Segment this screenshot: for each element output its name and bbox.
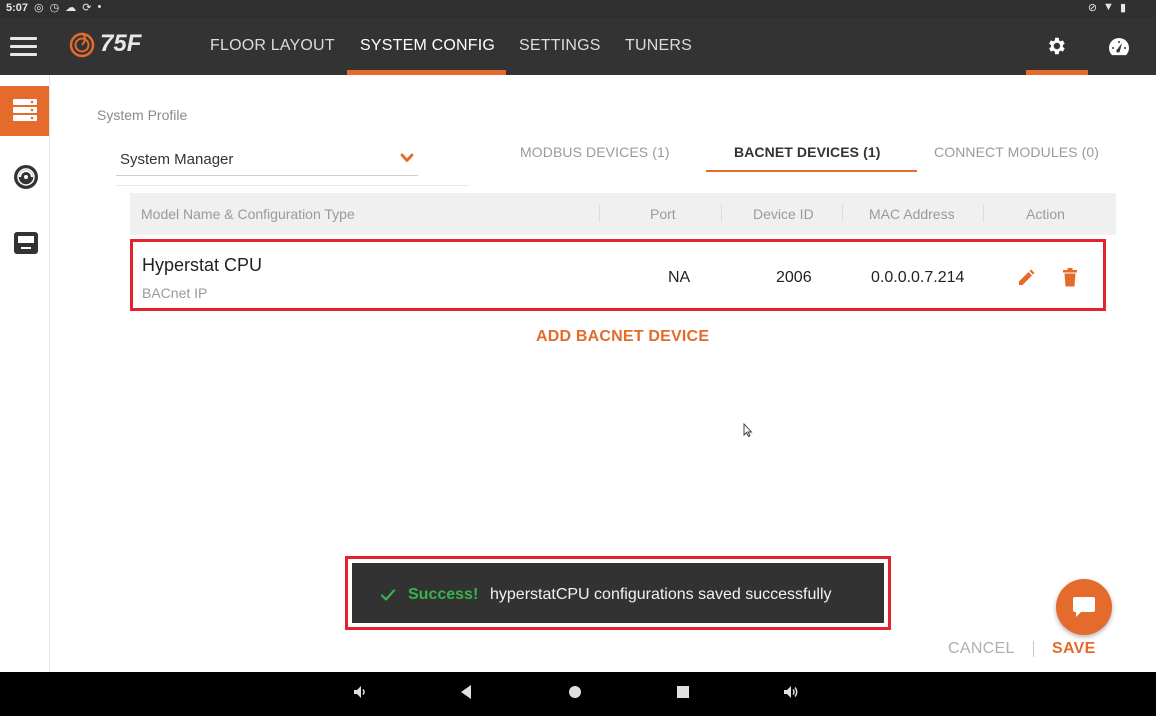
col-model-name: Model Name & Configuration Type (141, 206, 355, 222)
profile-divider (116, 185, 469, 186)
volume-up-icon[interactable] (782, 684, 800, 700)
sync-icon: ⟳ (82, 2, 92, 14)
table-row[interactable]: Hyperstat CPU BACnet IP NA 2006 0.0.0.0.… (130, 239, 1106, 311)
toast-message: hyperstatCPU configurations saved succes… (490, 586, 832, 603)
col-device-id: Device ID (753, 206, 814, 222)
wifi-icon: ▼ (1103, 1, 1114, 13)
cancel-button[interactable]: CANCEL (948, 640, 1015, 658)
tab-settings[interactable]: SETTINGS (519, 37, 601, 55)
dial-icon[interactable] (13, 164, 39, 190)
add-bacnet-device-button[interactable]: ADD BACNET DEVICE (536, 328, 709, 346)
footer-divider (1033, 641, 1034, 657)
chevron-down-icon (400, 153, 414, 162)
col-separator (842, 204, 843, 222)
tab-modbus-devices[interactable]: MODBUS DEVICES (1) (520, 144, 670, 160)
logo-text: 75F (100, 30, 142, 57)
table-header: Model Name & Configuration Type Port Dev… (130, 193, 1116, 235)
tab-bacnet-devices[interactable]: BACNET DEVICES (1) (734, 144, 880, 160)
gear-active-indicator (1026, 70, 1088, 75)
tab-system-config[interactable]: SYSTEM CONFIG (360, 37, 495, 55)
device-mac-address: 0.0.0.0.7.214 (871, 269, 965, 286)
battery-icon: ▮ (1119, 2, 1126, 14)
system-profile-select[interactable]: System Manager (116, 145, 418, 176)
status-notification-icons: ◎ ◷ ☁ ⟳ • (34, 1, 101, 14)
col-mac-address: MAC Address (869, 206, 955, 222)
gear-icon[interactable] (1045, 35, 1067, 57)
mute-icon: ⊘ (1087, 2, 1098, 14)
mouse-cursor-icon (743, 423, 753, 437)
device-config-type: BACnet IP (142, 285, 208, 301)
tab-connect-modules[interactable]: CONNECT MODULES (0) (934, 144, 1099, 160)
system-profile-label: System Profile (97, 107, 188, 123)
volume-down-icon[interactable] (352, 684, 368, 700)
checkmark-icon (380, 589, 396, 601)
col-action: Action (1026, 206, 1065, 222)
delete-trash-icon[interactable] (1062, 268, 1078, 287)
active-tab-indicator (347, 70, 506, 75)
success-toast: Success! hyperstatCPU configurations sav… (345, 556, 891, 630)
tab-tuners[interactable]: TUNERS (625, 37, 692, 55)
device-port: NA (668, 269, 691, 286)
toast-status: Success! (408, 586, 479, 603)
toast-body: Success! hyperstatCPU configurations sav… (352, 563, 884, 623)
save-button[interactable]: SAVE (1052, 640, 1096, 658)
logo-mark-icon (69, 32, 95, 58)
hamburger-menu-icon[interactable] (10, 37, 37, 57)
device-name: Hyperstat CPU (142, 255, 263, 275)
notification-icon: ◎ (34, 2, 44, 14)
cloud-icon: ☁ (65, 2, 77, 14)
dashboard-gauge-icon[interactable] (1107, 36, 1131, 58)
device-tab-indicator (706, 170, 917, 172)
android-nav-bar (0, 672, 1156, 716)
device-id: 2006 (776, 269, 812, 286)
system-profile-value: System Manager (120, 151, 234, 168)
dot-icon: • (97, 1, 102, 13)
col-separator (599, 204, 600, 222)
display-device-icon[interactable] (13, 230, 39, 256)
chat-button[interactable] (1056, 579, 1112, 635)
back-icon[interactable] (459, 684, 473, 700)
tab-floor-layout[interactable]: FLOOR LAYOUT (210, 37, 335, 55)
edit-pencil-icon[interactable] (1017, 269, 1035, 287)
system-config-icon (13, 99, 37, 121)
home-icon[interactable] (568, 684, 582, 700)
status-time: 5:07 (6, 2, 29, 14)
status-system-icons: ⊘ ▼ ▮ (1088, 1, 1126, 14)
clock-icon: ◷ (49, 2, 60, 14)
chat-bubble-icon (1073, 597, 1095, 617)
col-port: Port (650, 206, 676, 222)
app-logo: 75F (68, 30, 141, 58)
rail-item-system-config[interactable] (0, 86, 49, 136)
col-separator (721, 204, 722, 222)
top-nav: 75F FLOOR LAYOUT SYSTEM CONFIG SETTINGS … (0, 18, 1156, 75)
recents-icon[interactable] (676, 684, 690, 700)
status-bar: 5:07 ◎ ◷ ☁ ⟳ • ⊘ ▼ ▮ (0, 0, 1156, 18)
col-separator (983, 204, 984, 222)
